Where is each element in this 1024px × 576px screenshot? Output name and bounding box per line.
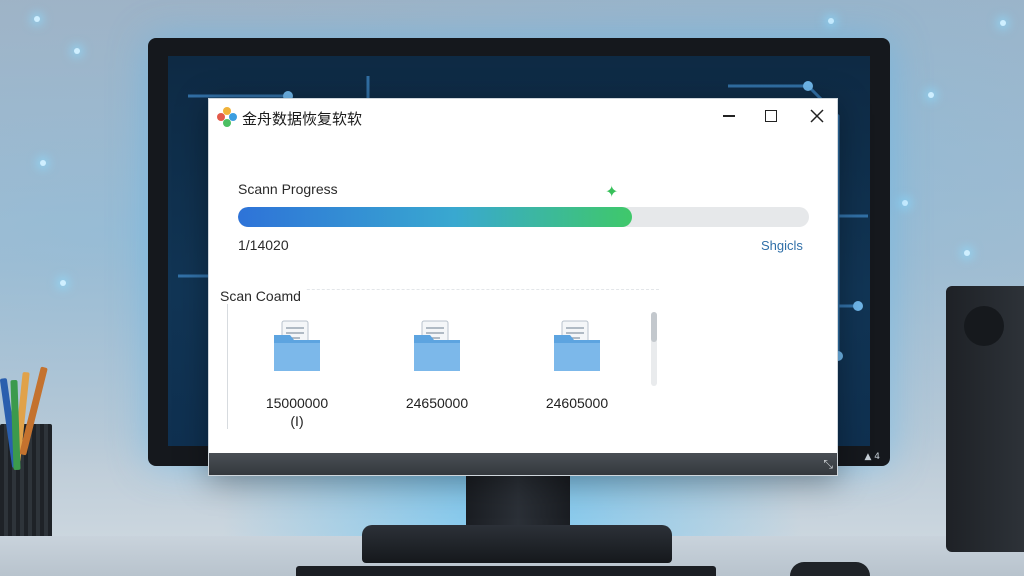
folder-document-icon: [274, 320, 320, 371]
app-window: 金舟数据恢复软软 Scann Progress ✦ 1/14020 Shgicl…: [208, 98, 838, 476]
app-logo-icon: [217, 107, 237, 127]
monitor-base: [362, 525, 672, 563]
scrollbar-thumb[interactable]: [651, 312, 657, 342]
titlebar[interactable]: 金舟数据恢复软软: [209, 99, 837, 135]
file-item[interactable]: 24605000: [522, 319, 632, 413]
maximize-button[interactable]: [751, 103, 791, 129]
minimize-button[interactable]: [709, 103, 749, 129]
app-title: 金舟数据恢复软软: [242, 110, 363, 128]
resize-grip-icon[interactable]: ⤡: [823, 457, 833, 472]
progress-count: 1/14020: [238, 237, 289, 253]
file-name: 24650000: [405, 395, 469, 411]
file-subtitle: (I): [290, 413, 304, 429]
maximize-icon: [765, 110, 777, 122]
scrollbar[interactable]: [651, 312, 657, 386]
progress-bar: [238, 207, 809, 227]
minimize-icon: [723, 115, 735, 117]
file-name: 15000000: [265, 395, 329, 411]
details-link[interactable]: Shgicls: [761, 238, 803, 253]
status-bar: ⤡: [209, 453, 837, 475]
keyboard: [296, 566, 716, 576]
monitor-brand: ▲ 4: [864, 452, 880, 462]
progress-fill: [238, 207, 632, 227]
progress-label: Scann Progress: [238, 181, 338, 197]
mouse: [790, 562, 870, 576]
scan-panel-title: Scan Coamd: [220, 288, 305, 304]
close-button[interactable]: [797, 103, 837, 129]
close-icon: [810, 109, 824, 123]
speaker: [946, 286, 1024, 552]
folder-document-icon: [414, 320, 460, 371]
file-name: 24605000: [545, 395, 609, 411]
file-item[interactable]: 15000000 (I): [242, 319, 352, 429]
sparkle-icon: ✦: [605, 182, 619, 201]
file-item[interactable]: 24650000: [382, 319, 492, 413]
folder-document-icon: [554, 320, 600, 371]
